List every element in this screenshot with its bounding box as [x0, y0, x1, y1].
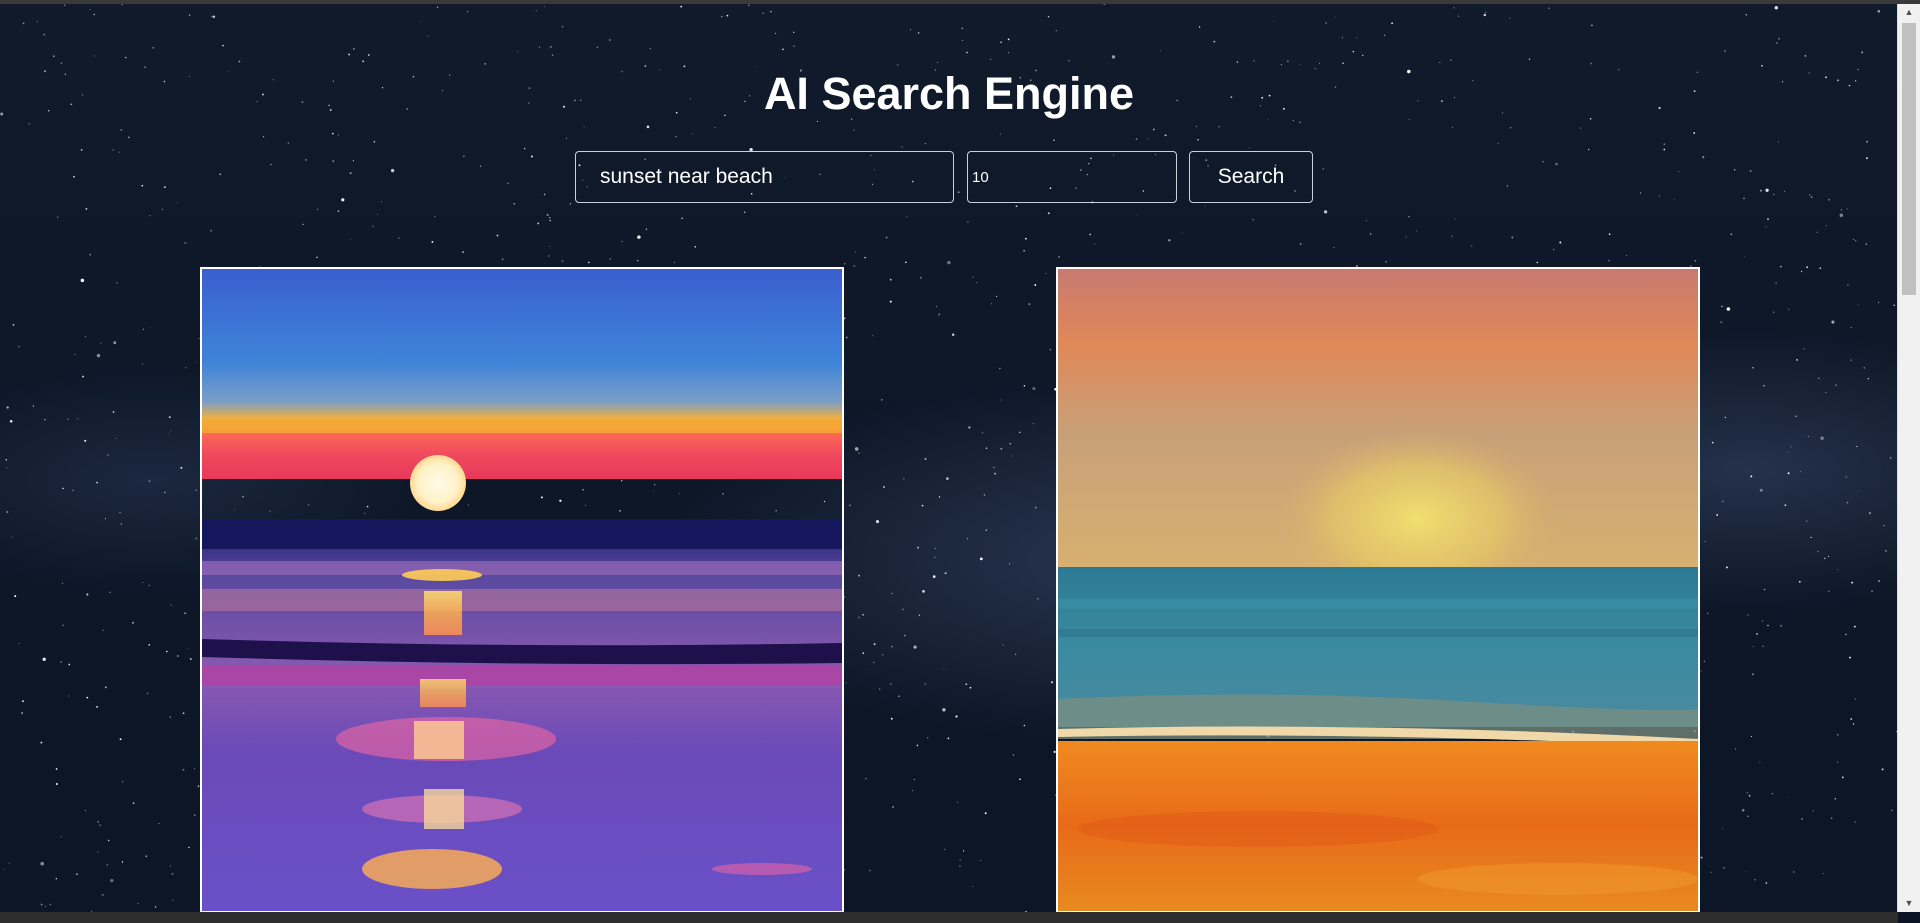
- sunset-painting-2: [1058, 269, 1698, 911]
- result-count-input[interactable]: [967, 151, 1177, 203]
- search-button[interactable]: Search: [1189, 151, 1313, 203]
- sunset-painting-1: [202, 269, 842, 911]
- scrollbar-thumb[interactable]: [1902, 23, 1916, 295]
- page-title: AI Search Engine: [763, 68, 1135, 119]
- vertical-scrollbar[interactable]: ▲ ▼: [1897, 4, 1920, 912]
- scroll-up-arrow-icon[interactable]: ▲: [1898, 4, 1920, 21]
- browser-top-edge: [0, 0, 1920, 4]
- result-image-2[interactable]: [1056, 267, 1700, 913]
- browser-bottom-edge: [0, 912, 1898, 923]
- result-image-1[interactable]: [200, 267, 844, 913]
- scroll-down-arrow-icon[interactable]: ▼: [1898, 895, 1920, 912]
- search-input[interactable]: [575, 151, 954, 203]
